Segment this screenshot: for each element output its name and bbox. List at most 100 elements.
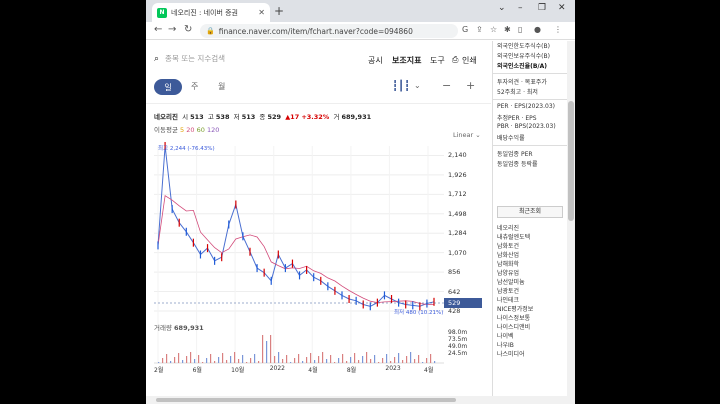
- volume-bar: [306, 357, 308, 363]
- volume-tick-label: 98.0m: [448, 329, 468, 336]
- volume-bar: [402, 360, 404, 363]
- tab-title: 네오리진 : 네이버 증권: [171, 8, 238, 17]
- info-item: 추정PER · EPS: [497, 115, 537, 122]
- y-tick-label: 2,140: [448, 151, 467, 160]
- volume-bar: [242, 355, 244, 363]
- volume-bar: [230, 356, 232, 363]
- recent-item[interactable]: 남해화학: [497, 259, 519, 268]
- tab-search-icon[interactable]: ⌄: [498, 3, 506, 13]
- volume-bar: [322, 352, 324, 363]
- volume-bar: [166, 354, 168, 363]
- volume-bar: [310, 353, 312, 363]
- horizontal-scrollbar[interactable]: [146, 396, 575, 404]
- recent-item[interactable]: 남광토건: [497, 286, 519, 295]
- info-item: 외국인한도주식수(B): [497, 43, 550, 50]
- volume-bar: [186, 356, 188, 363]
- high-annotation: 최고 2,244 (-76.43%): [158, 146, 215, 152]
- volume-bar: [426, 358, 428, 363]
- y-tick-label: 1,498: [448, 209, 467, 218]
- tab-close-icon[interactable]: ✕: [258, 8, 265, 17]
- volume-bar: [222, 353, 224, 363]
- recent-item[interactable]: 남양유업: [497, 268, 519, 277]
- vertical-scrollbar[interactable]: [567, 41, 575, 404]
- profile-avatar-icon[interactable]: ●: [534, 25, 541, 34]
- volume-bar: [218, 357, 220, 363]
- chart-panel: ⌕ 종목 또는 지수검색 공시 보조지표 도구 ⎙ 인쇄 일 주 월 ┇┃┇ ⌄…: [146, 41, 491, 404]
- info-item: 배당수익률: [497, 135, 525, 142]
- volume-bar: [246, 362, 248, 363]
- volume-bar: [418, 355, 420, 363]
- recent-item[interactable]: 나스미디어: [497, 349, 525, 358]
- recent-item[interactable]: 남화산업: [497, 250, 519, 259]
- volume-legend: 거래량 689,931: [154, 324, 204, 332]
- volume-bar: [334, 362, 336, 363]
- x-tick-label: 4월: [424, 367, 434, 374]
- volume-bar: [182, 360, 184, 363]
- menu-kebab-icon[interactable]: ⋮: [554, 25, 562, 34]
- recent-item[interactable]: 나이스디앤비: [497, 322, 530, 331]
- address-bar[interactable]: 🔒 finance.naver.com/item/fchart.naver?co…: [200, 24, 458, 38]
- x-tick-label: 8월: [346, 367, 357, 374]
- sidepanel-icon[interactable]: ▯: [518, 25, 522, 34]
- moving-average-line: [157, 195, 435, 305]
- new-tab-button[interactable]: +: [274, 4, 284, 18]
- bookmark-star-icon[interactable]: ☆: [490, 25, 497, 34]
- volume-bar: [358, 360, 360, 363]
- recent-item[interactable]: 남화토건: [497, 241, 519, 250]
- volume-bar: [374, 355, 376, 363]
- volume-bar: [206, 358, 208, 363]
- x-tick-label: 2월: [154, 367, 164, 374]
- volume-bar: [250, 358, 252, 363]
- recent-header[interactable]: 최근조회: [497, 206, 563, 218]
- translate-icon[interactable]: G: [462, 25, 468, 34]
- volume-bar: [354, 353, 356, 363]
- share-icon[interactable]: ⇪: [476, 25, 483, 34]
- volume-bar: [398, 353, 400, 363]
- side-info-panel: 외국인한도주식수(B) 외국인보유주식수(B) 외국인소진율(B/A) 투자의견 · …: [492, 41, 568, 404]
- recent-item[interactable]: 나이벡: [497, 331, 514, 340]
- volume-bar: [342, 354, 344, 363]
- recent-item[interactable]: 남선알미늄: [497, 277, 525, 286]
- scroll-thumb[interactable]: [568, 101, 574, 221]
- info-item: 외국인보유주식수(B): [497, 53, 550, 60]
- volume-bar: [378, 362, 380, 363]
- volume-bar: [370, 359, 372, 363]
- volume-bar: [410, 352, 412, 363]
- minimize-button[interactable]: –: [518, 3, 523, 13]
- volume-tick-label: 73.5m: [448, 336, 468, 343]
- url-text[interactable]: finance.naver.com/item/fchart.naver?code…: [219, 27, 413, 36]
- recent-item[interactable]: 나우IB: [497, 340, 514, 349]
- side-divider: [493, 99, 568, 100]
- recent-item[interactable]: 내츄럴엔도텍: [497, 232, 530, 241]
- x-tick-label: 10월: [231, 367, 245, 374]
- volume-bar: [434, 361, 436, 363]
- y-tick-label: 1,284: [448, 229, 467, 238]
- reload-icon[interactable]: ↻: [184, 24, 192, 35]
- browser-tab[interactable]: N 네오리진 : 네이버 증권 ✕: [152, 3, 270, 22]
- forward-icon[interactable]: →: [168, 24, 176, 35]
- volume-bar: [174, 357, 176, 363]
- info-item: PBR · BPS(2023.03): [497, 123, 556, 130]
- recent-item[interactable]: NICE평가정보: [497, 304, 533, 313]
- volume-bar: [158, 362, 160, 363]
- volume-bar: [362, 356, 364, 363]
- close-window-button[interactable]: ✕: [558, 3, 566, 13]
- volume-bar: [350, 357, 352, 363]
- volume-bar: [178, 353, 180, 363]
- hscroll-thumb[interactable]: [156, 398, 456, 402]
- recent-item[interactable]: 나이스정보통: [497, 313, 530, 322]
- restore-button[interactable]: ❐: [538, 3, 546, 13]
- volume-bar: [170, 361, 172, 363]
- volume-bar: [326, 359, 328, 363]
- x-tick-label: 2022: [269, 365, 285, 372]
- x-tick-label: 2023: [385, 365, 401, 372]
- recent-item[interactable]: 네오리진: [497, 223, 519, 232]
- extensions-icon[interactable]: ✱: [504, 25, 511, 34]
- side-divider: [493, 73, 568, 74]
- volume-bar: [278, 352, 280, 363]
- back-icon[interactable]: ←: [154, 24, 162, 35]
- volume-bar: [162, 358, 164, 363]
- info-item: PER · EPS(2023.03): [497, 103, 556, 110]
- recent-item[interactable]: 나인테크: [497, 295, 519, 304]
- info-item: 동일업종 등락률: [497, 161, 538, 168]
